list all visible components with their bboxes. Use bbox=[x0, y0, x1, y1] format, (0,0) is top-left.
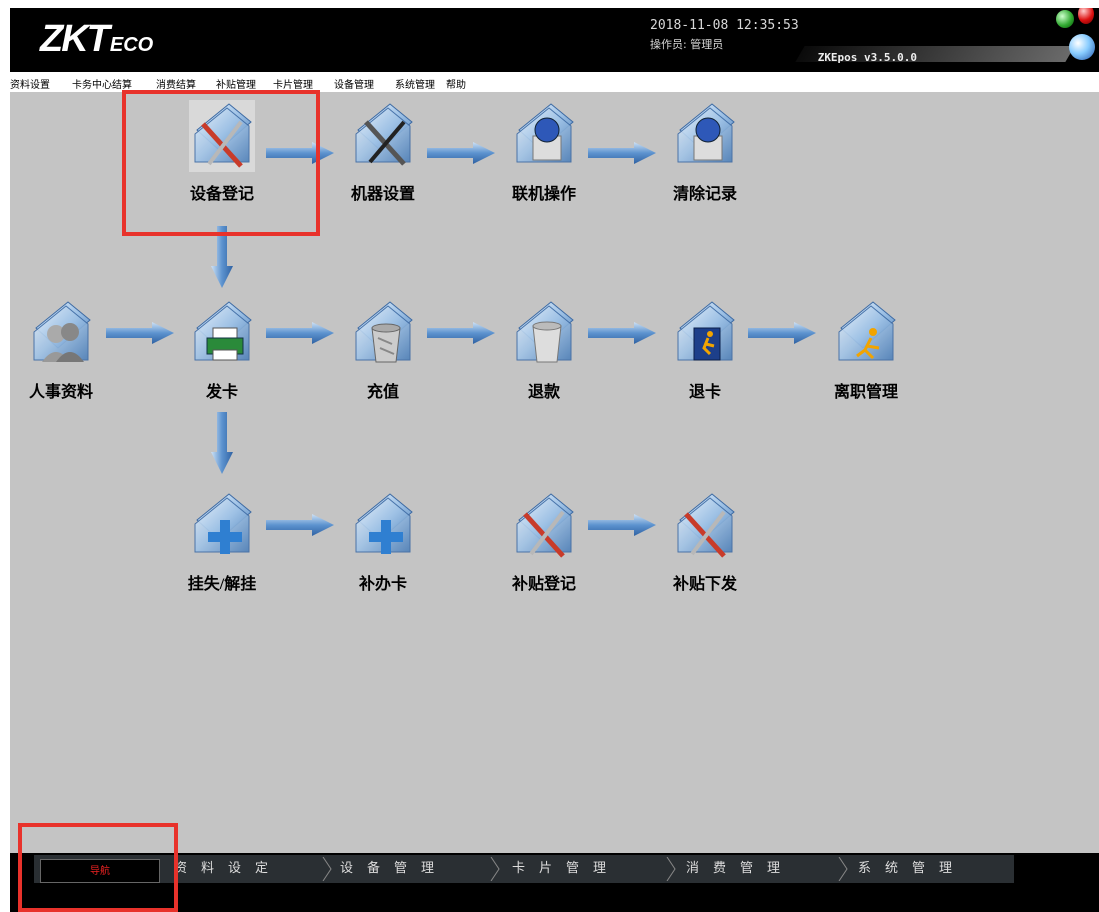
chevron-right-icon bbox=[322, 857, 332, 881]
recharge-node[interactable]: 充值 bbox=[328, 298, 438, 418]
personnel-node[interactable]: 人事资料 bbox=[10, 298, 116, 418]
header-bar: ZKT ECO 2018-11-08 12:35:53 操作员: 管理员 ZKEp… bbox=[10, 8, 1099, 72]
arrow-right-icon bbox=[266, 142, 334, 164]
menu-item-help[interactable]: 帮助 bbox=[446, 76, 466, 91]
machine-settings-node[interactable]: 机器设置 bbox=[328, 100, 438, 220]
refund-node[interactable]: 退款 bbox=[489, 298, 599, 418]
subsidy-register-node[interactable]: 补贴登记 bbox=[489, 490, 599, 610]
refund-label: 退款 bbox=[527, 384, 560, 401]
chevron-right-icon bbox=[666, 857, 676, 881]
running-man-icon bbox=[838, 301, 896, 361]
recharge-label: 充值 bbox=[366, 384, 399, 401]
pencil-ruler-icon bbox=[516, 493, 574, 558]
zkteco-logo: ZKT ECO bbox=[40, 18, 154, 60]
printer-icon bbox=[194, 301, 252, 361]
globe-icon[interactable] bbox=[1069, 34, 1095, 60]
issue-card-label: 发卡 bbox=[205, 384, 238, 401]
tab-consumption-management[interactable]: 消费管理 bbox=[686, 855, 794, 883]
arrow-right-icon bbox=[588, 142, 656, 164]
issue-card-node[interactable]: 发卡 bbox=[167, 298, 277, 418]
tab-data-settings[interactable]: 资料设定 bbox=[174, 855, 282, 883]
report-loss-label: 挂失/解挂 bbox=[187, 576, 257, 593]
device-register-label: 设备登记 bbox=[189, 186, 254, 203]
operator-label: 操作员: 管理员 bbox=[650, 38, 724, 51]
menu-bar: 资料设置 卡务中心结算 消费结算 补贴管理 卡片管理 设备管理 系统管理 帮助 bbox=[10, 72, 1099, 92]
report-loss-node[interactable]: 挂失/解挂 bbox=[167, 490, 277, 610]
version-badge: ZKEpos v3.5.0.0 bbox=[795, 46, 1075, 64]
clear-records-label: 清除记录 bbox=[672, 186, 737, 203]
online-operation-node[interactable]: 联机操作 bbox=[489, 100, 599, 220]
minimize-icon[interactable] bbox=[1056, 10, 1074, 28]
menu-item-consumption-settlement[interactable]: 消费结算 bbox=[156, 76, 196, 91]
clear-records-node[interactable]: 清除记录 bbox=[650, 100, 760, 220]
trash-empty-icon bbox=[516, 301, 574, 363]
tab-device-management[interactable]: 设备管理 bbox=[340, 855, 448, 883]
nav-button[interactable]: 导航 bbox=[40, 859, 160, 883]
globe-computer-icon bbox=[516, 103, 574, 163]
return-card-node[interactable]: 退卡 bbox=[650, 298, 760, 418]
device-register-node[interactable]: 设备登记 bbox=[167, 100, 277, 220]
arrow-right-icon bbox=[588, 322, 656, 344]
reissue-card-node[interactable]: 补办卡 bbox=[328, 490, 438, 610]
arrow-right-icon bbox=[427, 142, 495, 164]
menu-item-subsidy-management[interactable]: 补贴管理 bbox=[216, 76, 256, 91]
wrench-screwdriver-icon bbox=[355, 103, 413, 166]
arrow-right-icon bbox=[588, 514, 656, 536]
tab-card-management[interactable]: 卡片管理 bbox=[512, 855, 620, 883]
running-man-book-icon bbox=[677, 301, 735, 361]
arrow-right-icon bbox=[266, 514, 334, 536]
app-window: ZKT ECO 2018-11-08 12:35:53 操作员: 管理员 ZKEp… bbox=[10, 8, 1099, 912]
subsidy-issue-node[interactable]: 补贴下发 bbox=[650, 490, 760, 610]
datetime-display: 2018-11-08 12:35:53 bbox=[650, 18, 799, 33]
arrow-down-icon bbox=[211, 412, 233, 474]
machine-settings-label: 机器设置 bbox=[350, 186, 415, 203]
personnel-label: 人事资料 bbox=[28, 384, 93, 401]
reissue-card-label: 补办卡 bbox=[358, 576, 407, 593]
resignation-label: 离职管理 bbox=[833, 384, 898, 401]
tab-system-management[interactable]: 系统管理 bbox=[858, 855, 966, 883]
close-icon[interactable] bbox=[1078, 8, 1094, 24]
trash-full-icon bbox=[355, 301, 413, 363]
chevron-right-icon bbox=[838, 857, 848, 881]
subsidy-register-label: 补贴登记 bbox=[511, 576, 576, 593]
menu-item-card-center-settlement[interactable]: 卡务中心结算 bbox=[72, 76, 132, 91]
globe-computer-icon bbox=[677, 103, 735, 163]
menu-item-card-management[interactable]: 卡片管理 bbox=[273, 76, 313, 91]
arrow-right-icon bbox=[266, 322, 334, 344]
pencil-ruler-icon bbox=[189, 100, 255, 172]
bottom-tab-strip: 导航 资料设定 设备管理 卡片管理 消费管理 系统管理 bbox=[34, 855, 1014, 883]
plus-icon bbox=[194, 493, 252, 554]
menu-item-system-management[interactable]: 系统管理 bbox=[395, 76, 435, 91]
arrow-right-icon bbox=[427, 322, 495, 344]
menu-item-device-management[interactable]: 设备管理 bbox=[334, 76, 374, 91]
arrow-right-icon bbox=[106, 322, 174, 344]
arrow-right-icon bbox=[748, 322, 816, 344]
subsidy-issue-label: 补贴下发 bbox=[672, 576, 737, 593]
users-icon bbox=[33, 301, 91, 362]
return-card-label: 退卡 bbox=[688, 384, 721, 401]
arrow-down-icon bbox=[211, 226, 233, 288]
plus-icon bbox=[355, 493, 413, 554]
chevron-right-icon bbox=[490, 857, 500, 881]
pencil-ruler-icon bbox=[677, 493, 735, 558]
resignation-node[interactable]: 离职管理 bbox=[811, 298, 921, 418]
bottom-taskbar: 导航 资料设定 设备管理 卡片管理 消费管理 系统管理 bbox=[10, 853, 1099, 912]
menu-item-data-settings[interactable]: 资料设置 bbox=[10, 76, 50, 91]
online-operation-label: 联机操作 bbox=[511, 186, 576, 203]
